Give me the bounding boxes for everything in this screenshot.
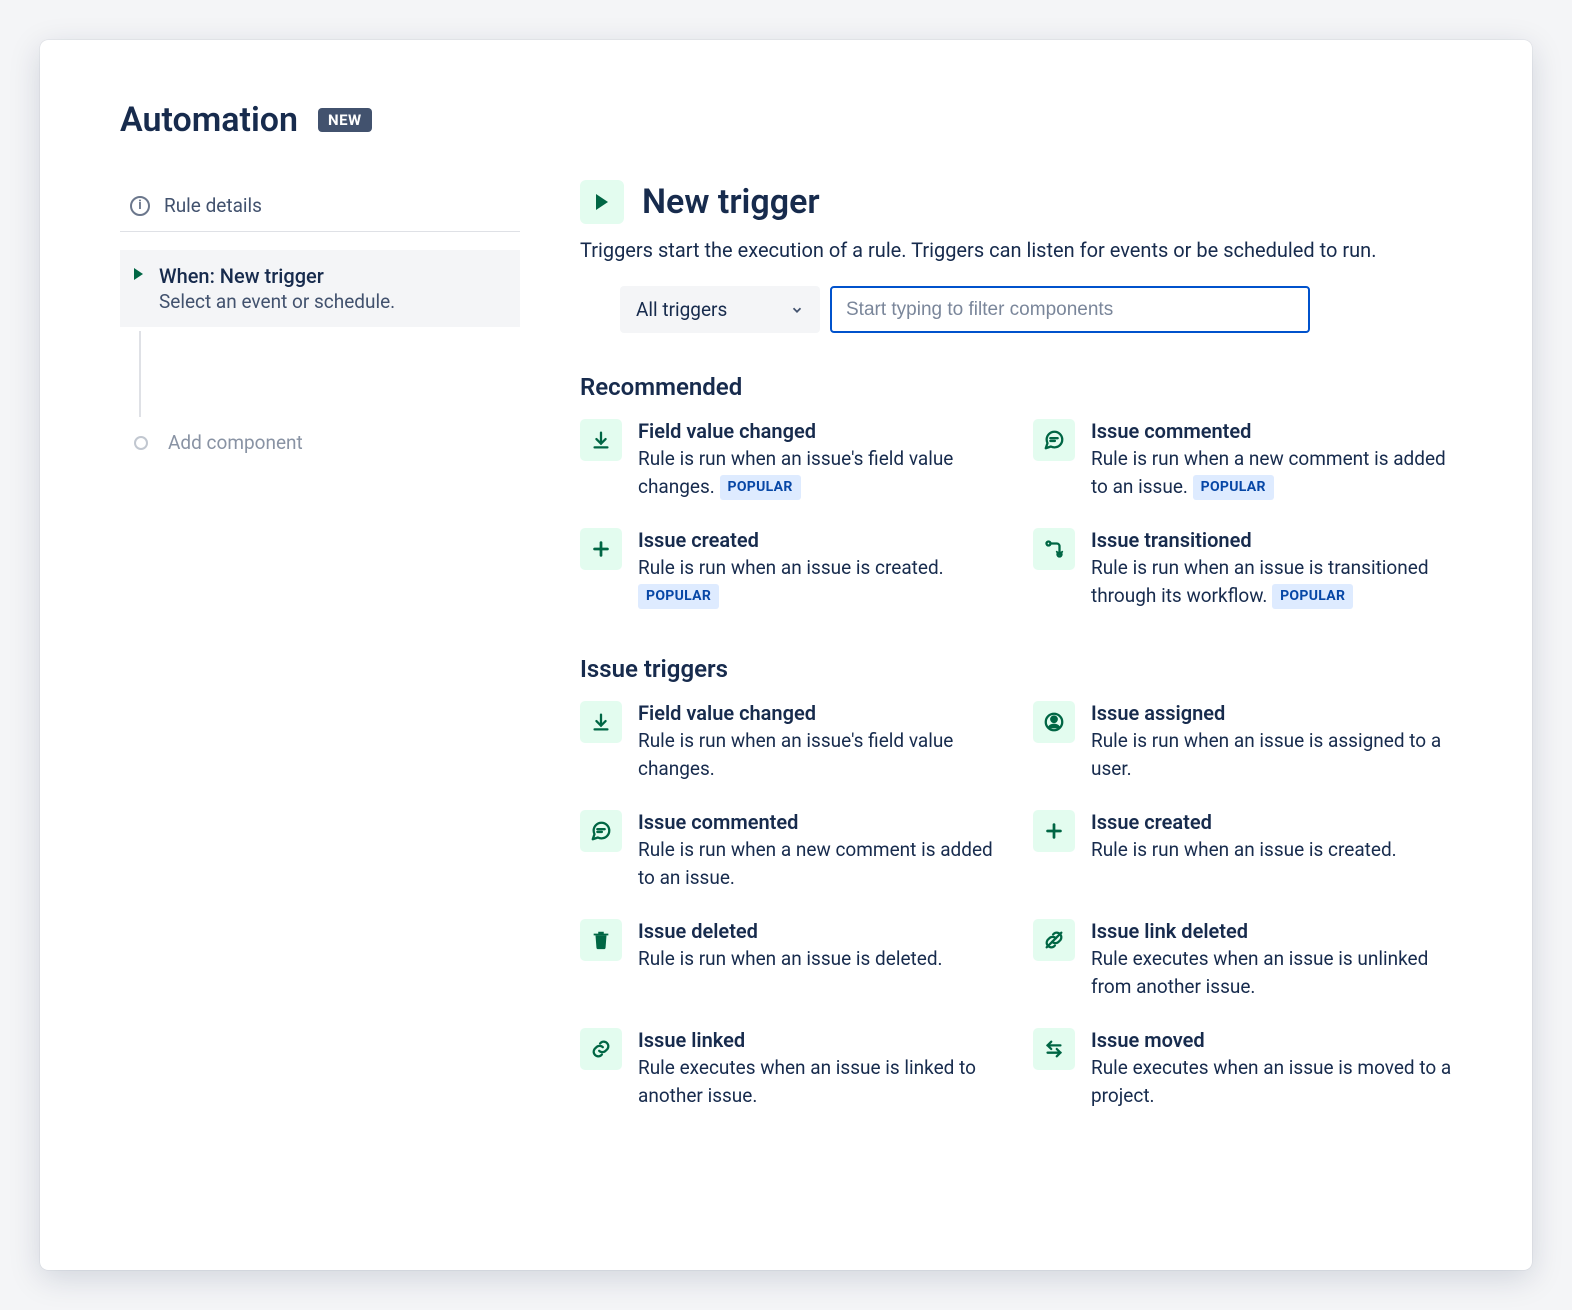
trigger-title: Issue deleted <box>638 919 943 943</box>
add-component-button[interactable]: Add component <box>120 417 520 468</box>
page-title: Automation <box>120 100 298 140</box>
popular-badge: POPULAR <box>638 584 719 608</box>
play-icon <box>134 268 143 313</box>
trigger-card[interactable]: Issue commentedRule is run when a new co… <box>580 810 999 891</box>
popular-badge: POPULAR <box>1272 584 1353 608</box>
new-badge: NEW <box>318 108 372 132</box>
trigger-description: Rule executes when an issue is moved to … <box>1091 1054 1452 1109</box>
trigger-description: Rule is run when an issue is created. PO… <box>638 554 999 609</box>
trigger-title: Issue commented <box>1091 419 1452 443</box>
main-panel: New trigger Triggers start the execution… <box>580 180 1452 1220</box>
transition-icon <box>1033 528 1075 570</box>
comment-icon <box>580 810 622 852</box>
comment-icon <box>1033 419 1075 461</box>
main-description: Triggers start the execution of a rule. … <box>580 238 1452 262</box>
trigger-title: Issue link deleted <box>1091 919 1452 943</box>
download-icon <box>580 701 622 743</box>
trigger-title: Field value changed <box>638 419 999 443</box>
main-title: New trigger <box>642 182 820 222</box>
move-icon <box>1033 1028 1075 1070</box>
trigger-description: Rule is run when a new comment is added … <box>638 836 999 891</box>
trigger-card[interactable]: Issue createdRule is run when an issue i… <box>1033 810 1452 891</box>
trigger-title: Issue created <box>638 528 999 552</box>
trigger-card[interactable]: Issue linkedRule executes when an issue … <box>580 1028 999 1109</box>
trigger-card[interactable]: Issue assignedRule is run when an issue … <box>1033 701 1452 782</box>
download-icon <box>580 419 622 461</box>
info-icon: i <box>130 196 150 216</box>
rule-details-label: Rule details <box>164 194 262 217</box>
trigger-card[interactable]: Field value changedRule is run when an i… <box>580 419 999 500</box>
add-circle-icon <box>134 436 148 450</box>
trigger-card[interactable]: Issue createdRule is run when an issue i… <box>580 528 999 609</box>
rule-details-link[interactable]: i Rule details <box>120 180 520 232</box>
step-title: When: New trigger <box>159 264 395 288</box>
popular-badge: POPULAR <box>1193 475 1274 499</box>
trigger-description: Rule is run when a new comment is added … <box>1091 445 1452 500</box>
trigger-description: Rule is run when an issue's field value … <box>638 445 999 500</box>
trigger-description: Rule executes when an issue is unlinked … <box>1091 945 1452 1000</box>
trash-icon <box>580 919 622 961</box>
user-icon <box>1033 701 1075 743</box>
trigger-card[interactable]: Issue deletedRule is run when an issue i… <box>580 919 999 1000</box>
unlink-icon <box>1033 919 1075 961</box>
trigger-title: Issue commented <box>638 810 999 834</box>
page-header: Automation NEW <box>120 100 1452 140</box>
select-label: All triggers <box>636 298 727 321</box>
step-new-trigger[interactable]: When: New trigger Select an event or sch… <box>120 250 520 327</box>
chevron-down-icon <box>790 303 804 317</box>
step-subtitle: Select an event or schedule. <box>159 290 395 313</box>
link-icon <box>580 1028 622 1070</box>
plus-icon <box>1033 810 1075 852</box>
trigger-description: Rule is run when an issue is deleted. <box>638 945 943 973</box>
trigger-card[interactable]: Issue commentedRule is run when a new co… <box>1033 419 1452 500</box>
trigger-description: Rule is run when an issue is transitione… <box>1091 554 1452 609</box>
filter-input[interactable] <box>830 286 1310 333</box>
trigger-card[interactable]: Issue movedRule executes when an issue i… <box>1033 1028 1452 1109</box>
trigger-description: Rule is run when an issue's field value … <box>638 727 999 782</box>
section-recommended-title: Recommended <box>580 373 1452 401</box>
trigger-filter-select[interactable]: All triggers <box>620 286 820 333</box>
sidebar: i Rule details When: New trigger Select … <box>120 180 520 1220</box>
trigger-card[interactable]: Issue transitionedRule is run when an is… <box>1033 528 1452 609</box>
trigger-icon <box>580 180 624 224</box>
trigger-card[interactable]: Field value changedRule is run when an i… <box>580 701 999 782</box>
trigger-description: Rule executes when an issue is linked to… <box>638 1054 999 1109</box>
trigger-title: Field value changed <box>638 701 999 725</box>
popular-badge: POPULAR <box>720 475 801 499</box>
trigger-title: Issue transitioned <box>1091 528 1452 552</box>
trigger-description: Rule is run when an issue is created. <box>1091 836 1397 864</box>
add-component-label: Add component <box>168 431 303 454</box>
section-issue-triggers-title: Issue triggers <box>580 655 1452 683</box>
plus-icon <box>580 528 622 570</box>
trigger-title: Issue moved <box>1091 1028 1452 1052</box>
trigger-title: Issue linked <box>638 1028 999 1052</box>
trigger-description: Rule is run when an issue is assigned to… <box>1091 727 1452 782</box>
trigger-title: Issue assigned <box>1091 701 1452 725</box>
trigger-card[interactable]: Issue link deletedRule executes when an … <box>1033 919 1452 1000</box>
trigger-title: Issue created <box>1091 810 1397 834</box>
